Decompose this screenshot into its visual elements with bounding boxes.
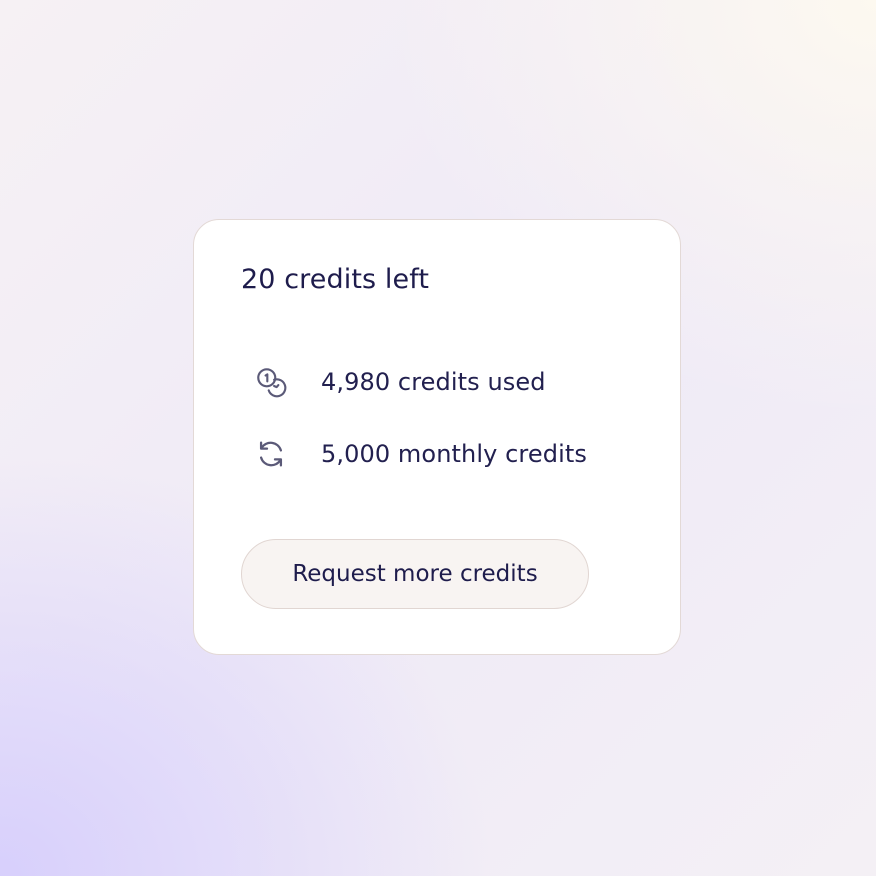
monthly-credits-label: 5,000 monthly credits (321, 440, 587, 468)
request-more-credits-button[interactable]: Request more credits (241, 539, 589, 609)
coins-icon (254, 364, 290, 400)
refresh-icon (254, 436, 290, 472)
credits-left-title: 20 credits left (241, 264, 430, 295)
credits-used-label: 4,980 credits used (321, 368, 546, 396)
credits-used-row: 4,980 credits used (254, 362, 546, 402)
credits-card: 20 credits left 4,980 credits used 5,000… (193, 219, 681, 655)
monthly-credits-row: 5,000 monthly credits (254, 434, 587, 474)
